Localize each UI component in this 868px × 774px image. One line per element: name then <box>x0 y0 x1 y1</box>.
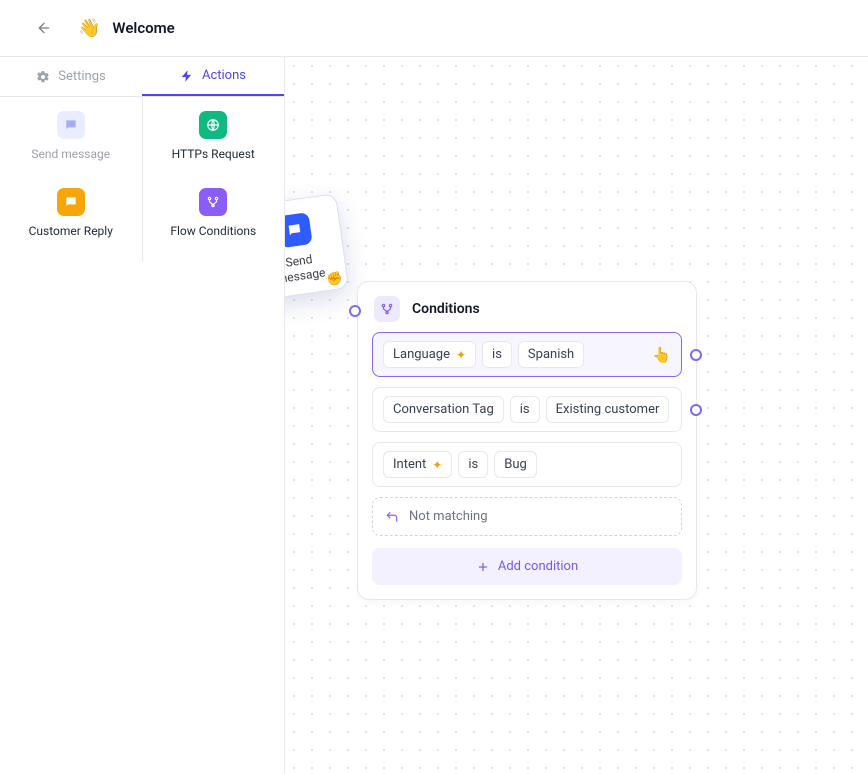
sparkle-icon: ✦ <box>456 348 466 362</box>
not-matching-label: Not matching <box>409 509 488 524</box>
tab-actions-label: Actions <box>202 68 246 83</box>
header: 👋 Welcome <box>0 0 868 57</box>
palette-https-request[interactable]: HTTPs Request <box>168 111 258 162</box>
tab-bar: Settings Actions <box>0 57 284 97</box>
palette: Send message Customer Reply HTTPs Reques… <box>0 97 284 261</box>
conditions-card[interactable]: Conditions Language ✦ is Spanish 👆 Conve… <box>357 281 697 600</box>
value-token: Spanish <box>518 341 584 368</box>
globe-icon <box>199 111 227 139</box>
tab-settings-label: Settings <box>58 69 105 84</box>
sidebar: Settings Actions Send message <box>0 57 285 774</box>
add-condition-button[interactable]: Add condition <box>372 548 682 585</box>
not-matching-row[interactable]: Not matching <box>372 497 682 536</box>
palette-send-message-label: Send message <box>31 147 110 162</box>
field-token: Conversation Tag <box>383 396 504 423</box>
field-token: Intent ✦ <box>383 451 452 478</box>
operator-token: is <box>510 396 540 423</box>
sparkle-icon: ✦ <box>432 458 442 472</box>
input-port[interactable] <box>349 305 361 317</box>
pointer-cursor-icon: 👆 <box>652 346 671 364</box>
return-icon <box>385 510 399 524</box>
value-token: Bug <box>494 451 537 478</box>
branch-icon <box>199 188 227 216</box>
card-header: Conditions <box>358 282 696 332</box>
tab-settings[interactable]: Settings <box>0 57 142 96</box>
operator-token: is <box>458 451 488 478</box>
reply-icon <box>57 188 85 216</box>
arrow-left-icon <box>36 20 52 36</box>
output-port[interactable] <box>690 349 702 361</box>
condition-row[interactable]: Language ✦ is Spanish 👆 <box>372 332 682 377</box>
condition-row[interactable]: Intent ✦ is Bug <box>372 442 682 487</box>
palette-customer-reply[interactable]: Customer Reply <box>26 188 116 239</box>
gear-icon <box>36 70 50 84</box>
lightning-icon <box>180 69 194 83</box>
card-title: Conditions <box>412 301 480 317</box>
add-condition-label: Add condition <box>498 559 578 574</box>
back-button[interactable] <box>28 12 60 44</box>
wave-emoji: 👋 <box>78 18 100 39</box>
grab-cursor-icon: ✊ <box>326 271 344 288</box>
value-token: Existing customer <box>546 396 670 423</box>
plus-icon <box>476 560 490 574</box>
palette-send-message[interactable]: Send message <box>26 111 116 162</box>
canvas[interactable]: Send message ✊ Conditions Language ✦ is <box>285 57 868 774</box>
palette-flow-conditions[interactable]: Flow Conditions <box>168 188 258 239</box>
branch-icon <box>374 296 400 322</box>
operator-token: is <box>482 341 512 368</box>
chat-icon <box>285 212 313 248</box>
output-port[interactable] <box>690 404 702 416</box>
tab-actions[interactable]: Actions <box>142 57 284 96</box>
palette-flow-conditions-label: Flow Conditions <box>170 224 256 239</box>
page-title: Welcome <box>112 19 174 37</box>
chat-icon <box>57 111 85 139</box>
palette-https-request-label: HTTPs Request <box>172 147 255 162</box>
field-token: Language ✦ <box>383 341 476 368</box>
palette-customer-reply-label: Customer Reply <box>29 224 113 239</box>
condition-row[interactable]: Conversation Tag is Existing customer <box>372 387 682 432</box>
